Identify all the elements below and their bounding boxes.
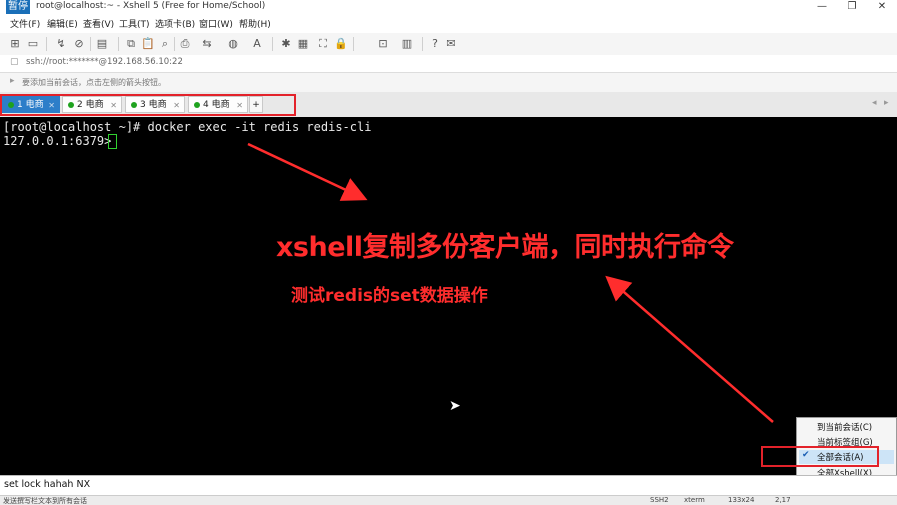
toolbar-separator	[353, 37, 354, 51]
menu-window[interactable]: 窗口(W)	[199, 17, 233, 30]
toolbar-separator	[118, 37, 119, 51]
menu-tools[interactable]: 工具(T)	[119, 17, 150, 30]
menu-tabs[interactable]: 选项卡(B)	[155, 17, 195, 30]
tab-scroll-left-icon[interactable]: ◂	[872, 98, 877, 108]
compose-icon[interactable]: ⊡	[376, 37, 390, 50]
disconnect-icon[interactable]: ⊘	[72, 37, 86, 50]
session-icon: ▢	[10, 57, 19, 67]
fullscreen-icon[interactable]: ⛶	[316, 37, 330, 50]
app-logo-icon: 暂停	[6, 0, 30, 14]
hint-text: 要添加当前会话，点击左侧的箭头按钮。	[22, 78, 166, 87]
help-icon[interactable]: ?	[428, 37, 442, 50]
globe-icon[interactable]: ◍	[226, 37, 240, 50]
status-term: xterm	[684, 496, 705, 504]
toolbar-separator	[422, 37, 423, 51]
highlight-box-tabs	[0, 94, 296, 116]
maximize-button[interactable]: ❐	[837, 0, 867, 15]
annotation-subline: 测试redis的set数据操作	[291, 286, 488, 306]
menu-help[interactable]: 帮助(H)	[239, 17, 271, 30]
new-session-icon[interactable]: ⊞	[8, 37, 22, 50]
font-icon[interactable]: A	[250, 37, 264, 50]
toolbar-separator	[46, 37, 47, 51]
script-icon[interactable]: ✱	[279, 37, 293, 50]
toolbar-separator	[174, 37, 175, 51]
menu-edit[interactable]: 编辑(E)	[47, 17, 78, 30]
paste-icon[interactable]: 📋	[141, 37, 155, 50]
print-icon[interactable]: ⎙	[178, 37, 192, 50]
menu-view[interactable]: 查看(V)	[83, 17, 114, 30]
title-bar: 暂停 root@localhost:~ - Xshell 5 (Free for…	[0, 0, 897, 15]
menu-file[interactable]: 文件(F)	[10, 17, 40, 30]
address-bar[interactable]: ▢ ssh://root:*******@192.168.56.10:22	[0, 55, 897, 73]
status-size: 133x24	[728, 496, 755, 504]
arrow-icon[interactable]: ▸	[10, 76, 15, 86]
highlight-box-popup	[761, 446, 879, 467]
window-title: root@localhost:~ - Xshell 5 (Free for Ho…	[36, 1, 266, 11]
chat-icon[interactable]: ✉	[444, 37, 458, 50]
copy-icon[interactable]: ⧉	[124, 37, 138, 50]
mouse-pointer-icon: ➤	[449, 398, 461, 414]
minimize-button[interactable]: —	[807, 0, 837, 15]
menu-item-current-session[interactable]: 到当前会话(C)	[817, 421, 872, 433]
hint-bar: ▸ 要添加当前会话，点击左侧的箭头按钮。	[0, 73, 897, 92]
layout-icon[interactable]: ▥	[400, 37, 414, 50]
open-folder-icon[interactable]: ▭	[26, 37, 40, 50]
transfer-icon[interactable]: ⇆	[200, 37, 214, 50]
lock-icon[interactable]: 🔒	[334, 37, 348, 50]
compose-input[interactable]: set lock hahah NX	[4, 479, 90, 490]
properties-icon[interactable]: ▤	[95, 37, 109, 50]
keyboard-icon[interactable]: ▦	[296, 37, 310, 50]
compose-bar[interactable]: set lock hahah NX	[0, 475, 897, 496]
menu-bar: 文件(F) 编辑(E) 查看(V) 工具(T) 选项卡(B) 窗口(W) 帮助(…	[0, 15, 897, 34]
arrow-down-right	[247, 142, 368, 201]
toolbar: ⊞ ▭ ↯ ⊘ ▤ ⧉ 📋 ⌕ ⎙ ⇆ ◍ A ✱ ▦ ⛶ 🔒 ⊡ ▥ ? ✉	[0, 33, 897, 56]
annotation-headline: xshell复制多份客户端，同时执行命令	[276, 232, 734, 263]
address-text[interactable]: ssh://root:*******@192.168.56.10:22	[26, 57, 183, 67]
tab-scroll-right-icon[interactable]: ▸	[884, 98, 889, 108]
close-button[interactable]: ✕	[867, 0, 897, 15]
status-pos: 2,17	[775, 496, 791, 504]
toolbar-separator	[90, 37, 91, 51]
connect-icon[interactable]: ↯	[54, 37, 68, 50]
status-protocol: SSH2	[650, 496, 669, 504]
terminal-view[interactable]: [root@localhost ~]# docker exec -it redi…	[0, 117, 897, 475]
toolbar-separator	[272, 37, 273, 51]
find-icon[interactable]: ⌕	[158, 37, 172, 50]
arrow-up-left	[605, 275, 774, 423]
